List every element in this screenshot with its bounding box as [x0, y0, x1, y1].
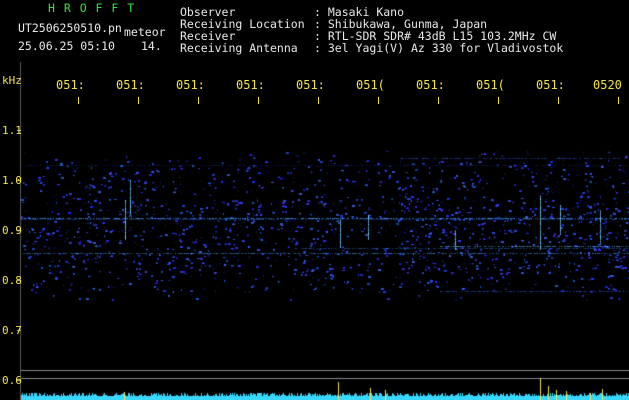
x-tick-mark — [318, 97, 319, 104]
x-tick-label: 0520 — [593, 78, 622, 92]
x-tick-label: 051: — [296, 78, 325, 92]
x-tick-mark — [198, 97, 199, 104]
x-tick-label: 051: — [176, 78, 205, 92]
x-tick-label: 051( — [356, 78, 385, 92]
count-label: 14. — [141, 39, 162, 53]
x-tick-mark — [138, 97, 139, 104]
y-tick-label: 0.8 — [2, 274, 22, 287]
datetime-label: 25.06.25 05:10 — [18, 39, 115, 53]
x-tick-mark — [258, 97, 259, 104]
x-tick-label: 051: — [116, 78, 145, 92]
y-tick-label: 0.6 — [2, 374, 22, 387]
info-antenna-key: Receiving Antenna — [180, 41, 298, 55]
spectrogram-canvas — [0, 0, 629, 400]
y-axis-unit: kHz — [2, 74, 22, 87]
x-tick-mark — [558, 97, 559, 104]
hrofft-spectrogram-screen: H R O F F T UT2506250510.pn meteor 25.06… — [0, 0, 629, 400]
y-tick-label: 1.0 — [2, 174, 22, 187]
y-tick-label: 0.9 — [2, 224, 22, 237]
filename-label: UT2506250510.pn — [18, 21, 122, 35]
meteor-label: meteor — [124, 25, 166, 39]
x-tick-label: 051( — [476, 78, 505, 92]
info-antenna-value: : 3el Yagi(V) Az 330 for Vladivostok — [314, 41, 564, 55]
x-tick-label: 051: — [56, 78, 85, 92]
x-tick-label: 051: — [536, 78, 565, 92]
x-tick-label: 051: — [416, 78, 445, 92]
x-tick-mark — [438, 97, 439, 104]
x-tick-mark — [78, 97, 79, 104]
x-tick-mark — [378, 97, 379, 104]
app-title: H R O F F T — [48, 1, 136, 15]
x-tick-label: 051: — [236, 78, 265, 92]
x-tick-mark — [498, 97, 499, 104]
x-tick-mark — [618, 97, 619, 104]
y-tick-label: 0.7 — [2, 324, 22, 337]
y-tick-label: 1.1 — [2, 124, 22, 137]
